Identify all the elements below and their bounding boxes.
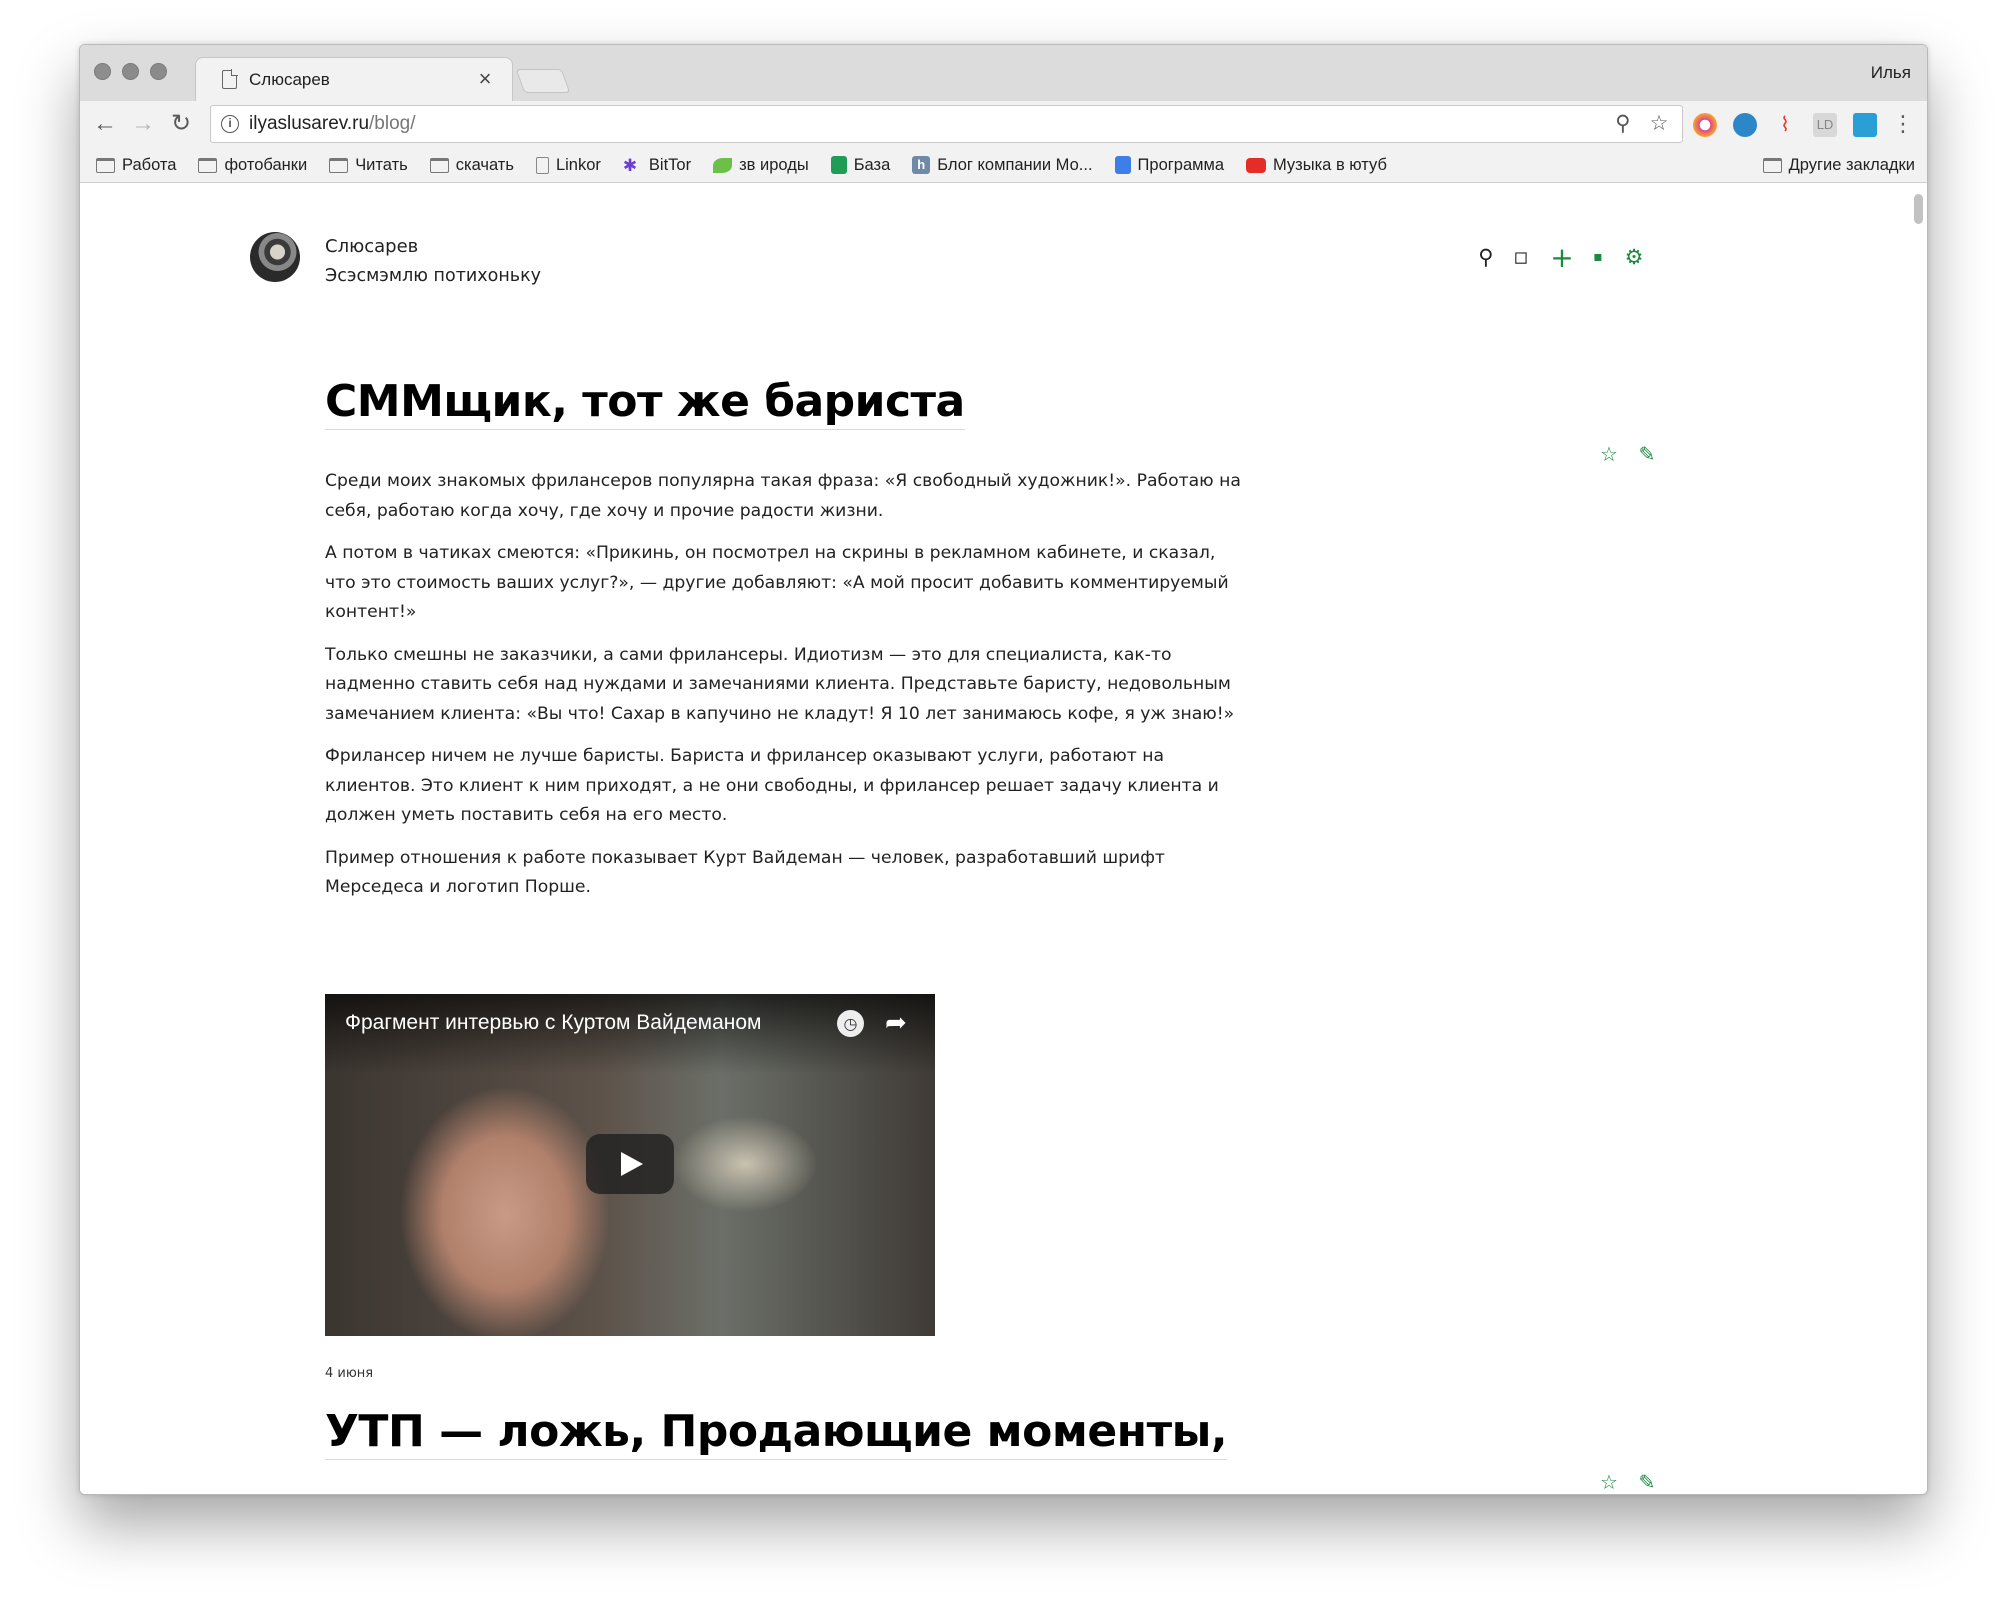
share-icon[interactable]: ➦: [885, 1008, 907, 1038]
bookmark-label: Программа: [1137, 155, 1224, 174]
minimize-window-button[interactable]: [122, 63, 139, 80]
youtube-icon: [1246, 157, 1266, 173]
blog-author[interactable]: Слюсарев: [325, 236, 418, 257]
bookmark-label: Работа: [122, 155, 177, 174]
extension-instagram-icon[interactable]: [1693, 113, 1717, 137]
bookmark-label: скачать: [455, 155, 514, 174]
bittorrent-icon: ✱: [622, 155, 638, 175]
bookmark-item[interactable]: Музыка в ютуб: [1246, 156, 1387, 175]
zoom-window-button[interactable]: [150, 63, 167, 80]
video-title[interactable]: Фрагмент интервью с Куртом Вайдеманом: [345, 1011, 761, 1035]
bookmark-star-icon[interactable]: ☆: [1646, 111, 1672, 137]
post-paragraph: А потом в чатиках смеются: «Прикинь, он …: [325, 543, 1229, 622]
extension-save-icon[interactable]: [1853, 113, 1877, 137]
blog-tagline: Эсэсмэмлю потихоньку: [325, 266, 542, 286]
zoom-icon[interactable]: ⚲: [1610, 111, 1636, 137]
post-actions: ☆ ✎: [1596, 441, 1672, 467]
extension-ld-icon[interactable]: LD: [1813, 113, 1837, 137]
bookmark-item[interactable]: Программа: [1114, 155, 1224, 175]
edit-pencil-icon[interactable]: ✎: [1634, 441, 1660, 467]
profile-name[interactable]: Илья: [1871, 63, 1911, 83]
bookmark-label: фотобанки: [224, 155, 308, 174]
bookmark-label: BitTor: [648, 155, 692, 174]
post-paragraph: Только смешны не заказчики, а сами фрила…: [325, 644, 1235, 724]
tab-title: Слюсарев: [249, 69, 330, 89]
leaf-icon: [713, 157, 733, 173]
settings-icon[interactable]: ⚙: [1621, 244, 1647, 270]
toolbar: ← → ↻ i ilyaslusarev.ru/blog/ ⚲ ☆ ⌇ LD ⋮: [80, 101, 1927, 147]
extension-pepper-icon[interactable]: ⌇: [1773, 113, 1797, 137]
forward-button[interactable]: →: [128, 109, 158, 139]
next-post-title[interactable]: УТП — ложь, Продающие моменты,: [325, 1406, 1228, 1460]
habr-icon: h: [912, 156, 931, 174]
page-icon: [222, 69, 238, 89]
extension-telegram-icon[interactable]: [1733, 113, 1757, 137]
bookmark-label: зв ироды: [739, 155, 809, 174]
next-post-actions: ☆ ✎: [1596, 1469, 1672, 1494]
browser-menu-icon[interactable]: ⋮: [1888, 109, 1918, 139]
browser-window: Слюсарев × Илья ← → ↻ i ilyaslusarev.ru/…: [79, 44, 1928, 1495]
browser-chrome: Слюсарев × Илья ← → ↻ i ilyaslusarev.ru/…: [80, 45, 1927, 183]
bookmark-label: База: [853, 155, 891, 174]
page-icon: [535, 156, 549, 174]
address-bar[interactable]: i ilyaslusarev.ru/blog/ ⚲ ☆: [210, 105, 1683, 143]
post-paragraph: Пример отношения к работе показывает Кур…: [325, 847, 1165, 898]
folder-icon: [429, 157, 449, 173]
bookmark-item[interactable]: зв ироды: [713, 156, 809, 175]
favorite-star-icon[interactable]: ☆: [1596, 441, 1622, 467]
play-button[interactable]: [586, 1134, 674, 1194]
bookmark-item[interactable]: фотобанки: [198, 156, 307, 175]
bookmark-item[interactable]: скачать: [429, 155, 514, 175]
bookmark-item[interactable]: Linkor: [535, 155, 601, 175]
bookmark-item[interactable]: ✱ BitTor: [623, 156, 691, 175]
tab-active[interactable]: Слюсарев ×: [195, 57, 513, 101]
scrollbar[interactable]: [1914, 194, 1923, 224]
tag-icon[interactable]: ◇: [1504, 239, 1541, 276]
info-icon[interactable]: i: [221, 115, 239, 133]
back-button[interactable]: ←: [90, 109, 120, 139]
other-bookmarks-label: Другие закладки: [1788, 155, 1915, 174]
folder-icon: [198, 157, 218, 173]
new-tab-button[interactable]: [515, 69, 571, 93]
other-bookmarks[interactable]: Другие закладки: [1762, 147, 1915, 183]
folder-icon: [329, 157, 349, 173]
tab-close-button[interactable]: ×: [474, 67, 496, 91]
url-text[interactable]: ilyaslusarev.ru/blog/: [249, 113, 1610, 135]
url-path: /blog/: [369, 113, 416, 134]
post-date[interactable]: 4 июня: [325, 1366, 373, 1381]
favorite-star-icon[interactable]: ☆: [1596, 1469, 1622, 1494]
sheets-icon: [830, 156, 847, 174]
page-viewport: Слюсарев Эсэсмэмлю потихоньку ⚲ ◇ + ▪ ⚙ …: [80, 184, 1927, 1494]
reload-button[interactable]: ↻: [166, 109, 196, 139]
edit-pencil-icon[interactable]: ✎: [1634, 1469, 1660, 1494]
avatar[interactable]: [250, 232, 300, 282]
bookmark-item[interactable]: Читать: [329, 156, 408, 175]
watch-later-icon[interactable]: ◷: [837, 1010, 864, 1037]
bookmark-label: Музыка в ютуб: [1273, 155, 1387, 174]
post-body: Среди моих знакомых фрилансеров популярн…: [325, 467, 1245, 916]
bookmark-label: Блог компании Мо...: [937, 155, 1093, 174]
post-paragraph: Фрилансер ничем не лучше баристы. Барист…: [325, 746, 1219, 825]
bookmark-item[interactable]: h Блог компании Мо...: [912, 155, 1093, 175]
grid-icon[interactable]: ▪: [1585, 244, 1611, 270]
bookmark-item[interactable]: База: [830, 155, 891, 175]
bookmarks-bar: Работа фотобанки Читать скачать Linkor ✱…: [80, 147, 1927, 183]
bookmark-label: Linkor: [555, 155, 601, 174]
bookmark-label: Читать: [355, 155, 408, 174]
search-icon[interactable]: ⚲: [1473, 244, 1499, 270]
video-player[interactable]: Фрагмент интервью с Куртом Вайдеманом ◷ …: [325, 994, 935, 1336]
blog-actions: ⚲ ◇ + ▪ ⚙: [1473, 241, 1657, 274]
folder-icon: [96, 157, 115, 173]
docs-icon: [1114, 156, 1131, 174]
post-paragraph: Среди моих знакомых фрилансеров популярн…: [325, 471, 1241, 521]
close-window-button[interactable]: [94, 63, 111, 80]
folder-icon: [1762, 157, 1782, 173]
bookmark-item[interactable]: Работа: [96, 156, 176, 175]
tab-strip: Слюсарев × Илья: [80, 45, 1927, 101]
url-host: ilyaslusarev.ru: [249, 113, 370, 134]
add-post-icon[interactable]: +: [1549, 241, 1575, 274]
post-title[interactable]: СММщик, тот же бариста: [325, 376, 965, 430]
